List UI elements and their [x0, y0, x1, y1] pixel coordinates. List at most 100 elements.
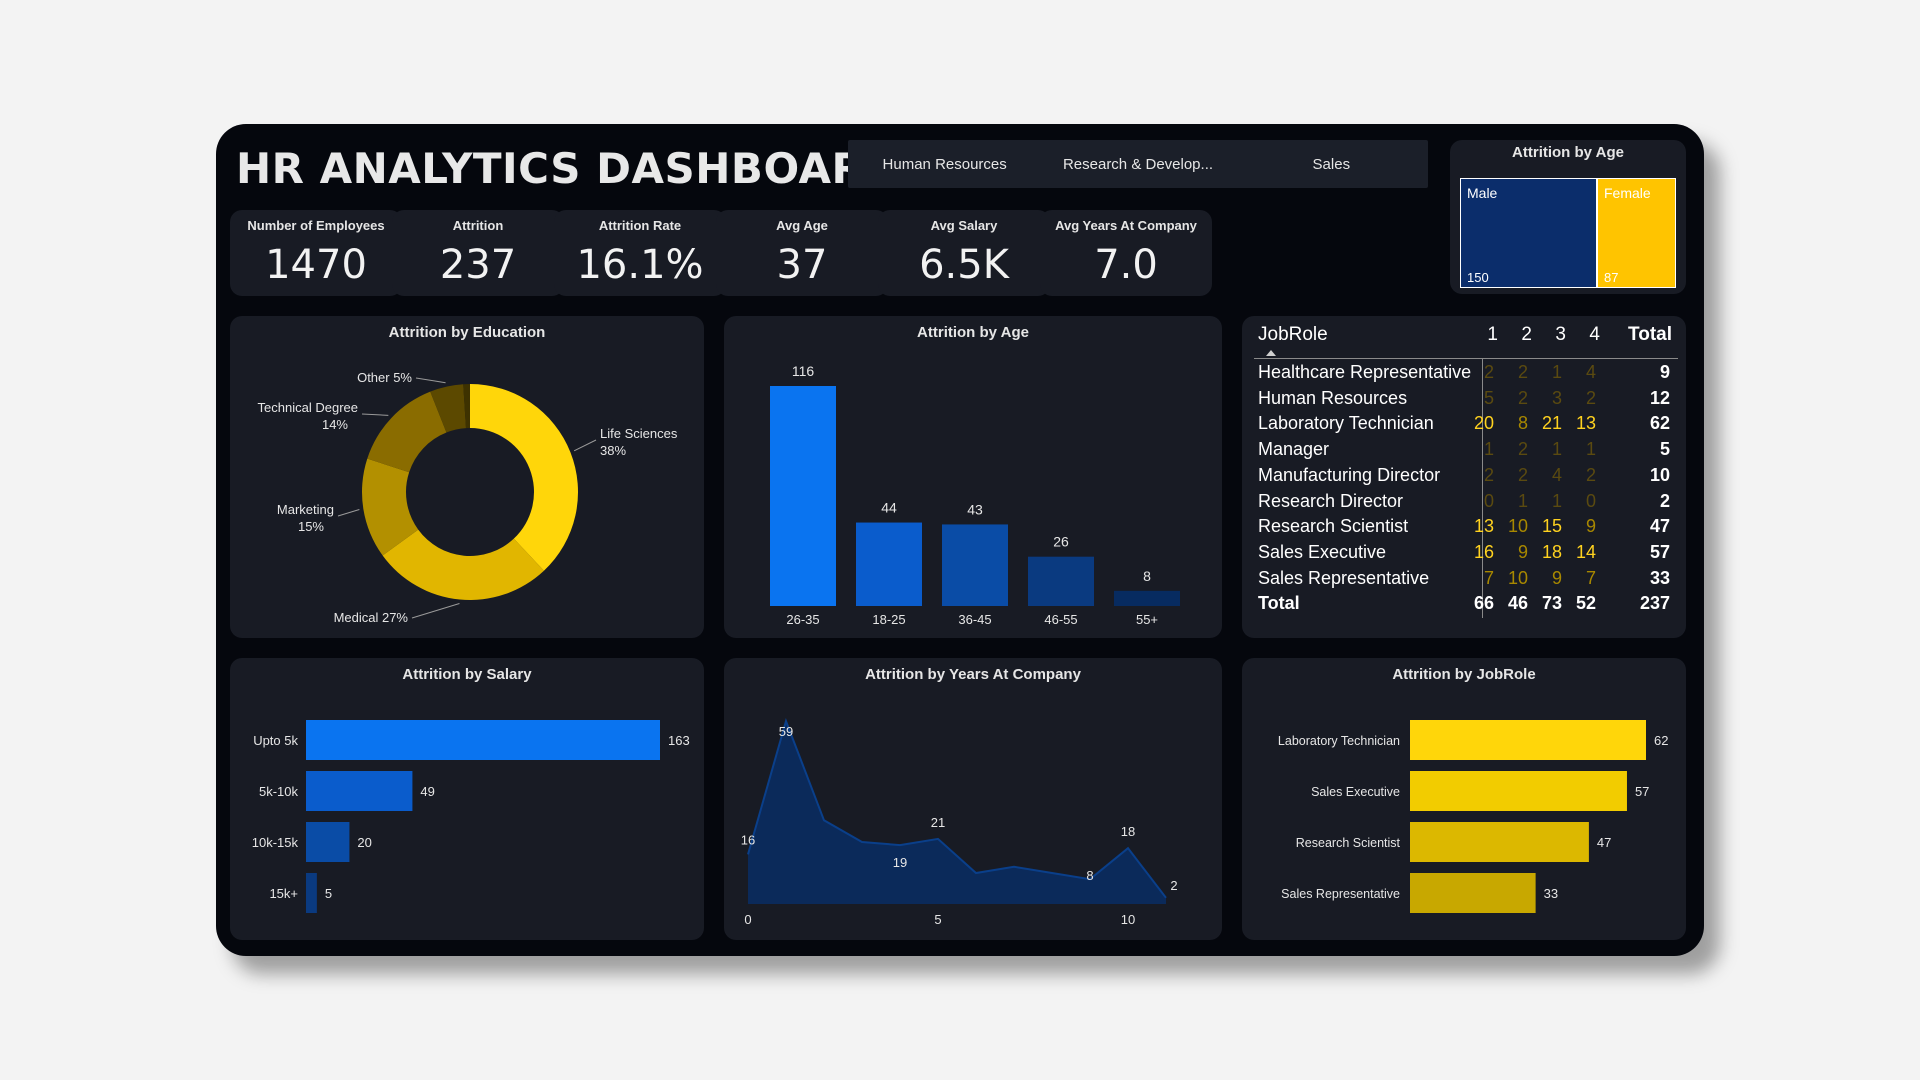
matrix-cell: 1 [1517, 490, 1528, 511]
kpi-value: 7.0 [1094, 242, 1158, 288]
kpi-card-avg-salary: Avg Salary 6.5K [878, 210, 1050, 296]
years-point-label: 18 [1121, 824, 1135, 839]
gender-treemap[interactable]: Attrition by Age Male 150 Female 87 [1450, 140, 1686, 294]
slicer-item-research-development[interactable]: Research & Develop... [1041, 156, 1234, 173]
jobrole-bar-chart[interactable]: Laboratory Technician 62 Sales Executive 57… [1242, 658, 1686, 940]
age-bar [1114, 590, 1180, 606]
salary-bar [306, 720, 660, 760]
matrix-row-label: Research Scientist [1258, 516, 1409, 537]
matrix-cell: 9 [1551, 567, 1562, 588]
matrix-cell: 66 [1473, 593, 1494, 614]
education-donut-chart[interactable]: Life Sciences 38% Medical 27% Marketing 15% T… [230, 316, 704, 638]
matrix-cell: 10 [1507, 567, 1528, 588]
matrix-row-label: Manufacturing Director [1258, 464, 1441, 485]
matrix-row-total: 62 [1649, 413, 1670, 434]
jobrole-bar [1410, 822, 1589, 862]
matrix-row-label: Manager [1258, 439, 1330, 460]
age-bar [942, 524, 1008, 606]
matrix-cell: 2 [1517, 387, 1528, 408]
matrix-row: Research Director 0 1 1 0 2 [1258, 491, 1682, 516]
years-tick-label: 0 [744, 912, 751, 927]
matrix-cell: 4 [1551, 464, 1562, 485]
matrix-row: Manufacturing Director 2 2 4 2 10 [1258, 465, 1682, 490]
treemap-tile-male[interactable]: Male 150 [1460, 178, 1597, 288]
matrix-cell: 5 [1483, 387, 1494, 408]
matrix-cell: 1 [1483, 439, 1494, 460]
matrix-cell: 7 [1585, 567, 1596, 588]
matrix-header-jobrole[interactable]: JobRole [1258, 324, 1328, 346]
dashboard-title: HR ANALYTICS DASHBOARD [236, 144, 900, 193]
donut-leader-line [411, 603, 460, 619]
matrix-header-divider [1254, 358, 1678, 359]
slicer-item-sales[interactable]: Sales [1235, 156, 1428, 173]
donut-slice [470, 384, 578, 571]
matrix-cell: 1 [1551, 439, 1562, 460]
matrix-cell: 73 [1541, 593, 1562, 614]
matrix-cell: 2 [1585, 464, 1596, 485]
salary-bar-chart[interactable]: Upto 5k 163 5k-10k 49 10k-15k 20 15k+ 5 [230, 658, 704, 940]
years-area-chart[interactable]: 16 59 19 21 8 18 2 0 5 10 [724, 658, 1222, 940]
age-tick-label: 46-55 [1044, 612, 1077, 627]
age-bar-chart[interactable]: 116 26-35 44 18-25 43 36-45 26 46-55 8 55+ [724, 316, 1222, 638]
donut-leader-line [415, 377, 446, 384]
age-tick-label: 26-35 [786, 612, 819, 627]
matrix-row-total: 237 [1639, 593, 1670, 614]
donut-label: Technical Degree [258, 400, 358, 415]
salary-bar-label: 163 [668, 733, 690, 748]
kpi-card-attrition-rate: Attrition Rate 16.1% [554, 210, 726, 296]
matrix-cell: 46 [1507, 593, 1528, 614]
matrix-row: Healthcare Representative 2 2 1 4 9 [1258, 362, 1682, 387]
age-bar [856, 522, 922, 606]
age-tick-label: 36-45 [958, 612, 991, 627]
jobrole-matrix[interactable]: JobRole 1 2 3 4 Total Healthcare Representativ… [1242, 316, 1686, 638]
jobrole-tick-label: Research Scientist [1296, 836, 1401, 850]
donut-label: Life Sciences [600, 426, 678, 441]
matrix-cell: 8 [1517, 413, 1528, 434]
salary-bar-panel: Attrition by Salary Upto 5k 163 5k-10k 49 10… [230, 658, 704, 940]
matrix-cell: 20 [1473, 413, 1494, 434]
years-point-label: 59 [779, 724, 793, 739]
matrix-header-col[interactable]: 1 [1476, 324, 1498, 346]
matrix-header-col[interactable]: 3 [1544, 324, 1566, 346]
matrix-row: Human Resources 5 2 3 2 12 [1258, 388, 1682, 413]
matrix-row: Research Scientist 13 10 15 9 47 [1258, 516, 1682, 541]
matrix-row-total: 12 [1649, 387, 1670, 408]
years-area-panel: Attrition by Years At Company 16 59 19 21 8 1… [724, 658, 1222, 940]
kpi-card-avg-years: Avg Years At Company 7.0 [1040, 210, 1212, 296]
treemap-tile-female[interactable]: Female 87 [1597, 178, 1676, 288]
matrix-cell: 21 [1541, 413, 1562, 434]
donut-label: Other 5% [357, 370, 412, 385]
matrix-cell: 2 [1517, 362, 1528, 382]
department-slicer[interactable]: Human Resources Research & Develop... Sa… [848, 140, 1428, 188]
sort-arrow-icon[interactable] [1266, 350, 1276, 356]
matrix-row-label: Sales Representative [1258, 567, 1430, 588]
jobrole-bar-panel: Attrition by JobRole Laboratory Technici… [1242, 658, 1686, 940]
age-bar-label: 8 [1143, 568, 1151, 584]
jobrole-bar [1410, 771, 1627, 811]
matrix-total-row: Total 66 46 73 52 237 [1258, 593, 1682, 618]
matrix-cell: 16 [1473, 541, 1494, 562]
jobrole-bar-label: 33 [1544, 886, 1558, 901]
matrix-header-total[interactable]: Total [1628, 324, 1672, 346]
years-point-label: 2 [1170, 878, 1177, 893]
matrix-header-col[interactable]: 4 [1578, 324, 1600, 346]
donut-leader-line [361, 413, 389, 416]
matrix-row-total: 2 [1659, 490, 1670, 511]
donut-label: Medical 27% [334, 610, 409, 625]
age-bar-label: 116 [792, 363, 815, 379]
matrix-cell: 15 [1541, 516, 1562, 537]
years-area-fill [748, 721, 1166, 904]
salary-tick-label: 15k+ [269, 886, 298, 901]
age-tick-label: 55+ [1136, 612, 1158, 627]
donut-slice [367, 391, 447, 473]
donut-value: 15% [298, 519, 324, 534]
matrix-cell: 3 [1551, 387, 1562, 408]
age-bar-label: 26 [1053, 534, 1069, 550]
matrix-row-total: 33 [1649, 567, 1670, 588]
kpi-label: Attrition [452, 218, 504, 233]
salary-tick-label: 10k-15k [252, 835, 299, 850]
matrix-header-col[interactable]: 2 [1510, 324, 1532, 346]
matrix-row: Sales Representative 7 10 9 7 33 [1258, 568, 1682, 593]
slicer-item-human-resources[interactable]: Human Resources [848, 156, 1041, 173]
matrix-cell: 2 [1585, 387, 1596, 408]
